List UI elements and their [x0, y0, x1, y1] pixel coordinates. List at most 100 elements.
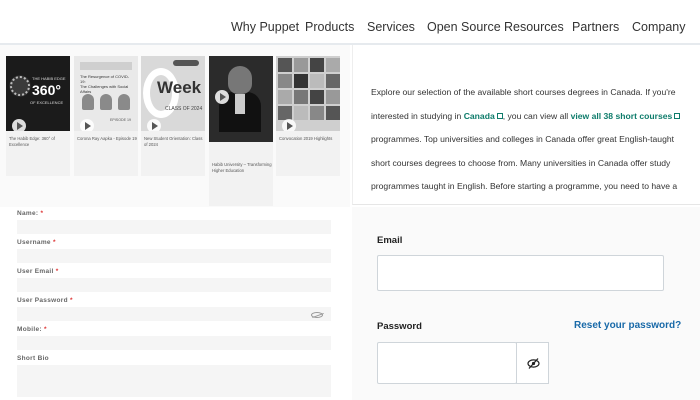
thumbnail-text: EPISODE 19: [110, 118, 131, 122]
play-icon[interactable]: [80, 119, 94, 131]
video-card[interactable]: Habib University – Transforming Higher E…: [209, 56, 273, 206]
photo-tile: [310, 58, 324, 72]
speaker-image: [228, 66, 252, 94]
thumbnail-text: CLASS OF 2024: [165, 106, 203, 112]
thumbnail-line: The Resurgence of COVID-19:: [80, 74, 130, 84]
user-email-label-text: User Email: [17, 268, 54, 275]
photo-tile: [310, 74, 324, 88]
view-all-link-label: view all 38 short courses: [570, 110, 673, 121]
short-bio-label: Short Bio: [17, 355, 49, 362]
video-caption[interactable]: Convocation 2019 Highlights: [279, 136, 339, 142]
reset-password-link[interactable]: Reset your password?: [574, 320, 681, 331]
play-icon[interactable]: [215, 90, 229, 104]
required-mark: *: [52, 239, 56, 246]
user-password-input[interactable]: [17, 307, 331, 321]
photo-tile: [310, 90, 324, 104]
user-email-label: User Email *: [17, 268, 59, 275]
video-thumbnail[interactable]: [209, 56, 273, 142]
course-intro-text: Explore our selection of the available s…: [371, 81, 691, 222]
thumbnail-text: 360°: [32, 82, 61, 98]
nav-resources[interactable]: Resources: [504, 20, 564, 34]
photo-tile: [326, 58, 340, 72]
photo-tile: [294, 58, 308, 72]
speaker-image: [82, 94, 94, 110]
nav-products[interactable]: Products: [305, 20, 354, 34]
photo-tile: [310, 106, 324, 120]
speaker-image: [100, 94, 112, 110]
user-password-label: User Password *: [17, 297, 73, 304]
video-thumbnail[interactable]: The Resurgence of COVID-19: The Challeng…: [74, 56, 138, 131]
university-logo: [173, 60, 199, 66]
nav-partners[interactable]: Partners: [572, 20, 619, 34]
video-card[interactable]: THE HABIB EDGE 360° OF EXCELLENCE The Ha…: [6, 56, 70, 176]
external-link-icon: [674, 112, 681, 119]
thumbnail-text: Week: [157, 78, 202, 97]
play-icon[interactable]: [12, 119, 26, 131]
play-icon[interactable]: [282, 119, 296, 131]
password-input[interactable]: [377, 342, 517, 384]
video-caption[interactable]: New Student Orientation: Class of 2024: [144, 136, 204, 148]
eye-slash-icon: [527, 358, 540, 369]
required-mark: *: [55, 268, 59, 275]
user-email-input[interactable]: [17, 278, 331, 292]
speaker-image: [118, 94, 130, 110]
photo-tile: [326, 106, 340, 120]
seal-icon: [10, 76, 30, 96]
username-label: Username *: [17, 239, 56, 246]
thumbnail-header: [80, 62, 132, 70]
thumbnail-text: The Resurgence of COVID-19: The Challeng…: [80, 74, 134, 94]
username-input[interactable]: [17, 249, 331, 263]
photo-tile: [294, 74, 308, 88]
nav-why-puppet[interactable]: Why Puppet: [231, 20, 299, 34]
view-all-courses-link[interactable]: view all 38 short courses: [571, 111, 681, 121]
canada-link-label: Canada: [463, 110, 495, 121]
video-thumbnail[interactable]: Week CLASS OF 2024: [141, 56, 205, 131]
name-label-text: Name:: [17, 210, 39, 217]
video-card[interactable]: Convocation 2019 Highlights: [276, 56, 340, 176]
thumbnail-text: OF EXCELLENCE: [30, 100, 64, 105]
required-mark: *: [69, 297, 73, 304]
top-navigation: Why Puppet Products Services Open Source…: [0, 0, 700, 44]
video-strip: THE HABIB EDGE 360° OF EXCELLENCE The Ha…: [0, 45, 350, 207]
short-bio-textarea[interactable]: [17, 365, 331, 397]
intro-text: , you can view all: [502, 110, 571, 121]
required-mark: *: [43, 326, 47, 333]
photo-tile: [278, 90, 292, 104]
required-mark: *: [40, 210, 44, 217]
nav-services[interactable]: Services: [367, 20, 415, 34]
name-input[interactable]: [17, 220, 331, 234]
nav-company[interactable]: Company: [632, 20, 686, 34]
name-label: Name: *: [17, 210, 43, 217]
password-label: Password: [377, 321, 422, 332]
login-panel: Email Password Reset your password?: [352, 207, 700, 400]
mobile-input[interactable]: [17, 336, 331, 350]
mobile-label: Mobile: *: [17, 326, 47, 333]
photo-tile: [278, 74, 292, 88]
video-card[interactable]: The Resurgence of COVID-19: The Challeng…: [74, 56, 138, 176]
canada-link[interactable]: Canada: [464, 111, 503, 121]
email-input[interactable]: [377, 255, 664, 291]
username-label-text: Username: [17, 239, 51, 246]
video-caption[interactable]: Habib University – Transforming Higher E…: [212, 162, 272, 174]
speaker-image: [235, 94, 245, 114]
nav-open-source[interactable]: Open Source: [427, 20, 501, 34]
video-caption[interactable]: Corona Ray Aapka - Episode 19: [77, 136, 137, 142]
photo-tile: [278, 106, 292, 120]
course-intro-panel: Explore our selection of the available s…: [352, 45, 700, 215]
play-icon[interactable]: [147, 119, 161, 131]
video-caption[interactable]: The Habib Edge: 360° of Excellence: [9, 136, 69, 148]
photo-tile: [326, 74, 340, 88]
show-password-button[interactable]: [516, 342, 549, 384]
thumbnail-text: THE HABIB EDGE: [32, 76, 66, 81]
video-card[interactable]: Week CLASS OF 2024 New Student Orientati…: [141, 56, 205, 176]
photo-tile: [294, 90, 308, 104]
thumbnail-line: The Challenges with Social Affairs: [80, 84, 129, 94]
video-thumbnail[interactable]: THE HABIB EDGE 360° OF EXCELLENCE: [6, 56, 70, 131]
email-label: Email: [377, 235, 403, 246]
eye-slash-icon[interactable]: [311, 312, 323, 318]
mobile-label-text: Mobile:: [17, 326, 42, 333]
photo-tile: [278, 58, 292, 72]
photo-tile: [326, 90, 340, 104]
video-thumbnail[interactable]: [276, 56, 340, 131]
user-password-label-text: User Password: [17, 297, 68, 304]
